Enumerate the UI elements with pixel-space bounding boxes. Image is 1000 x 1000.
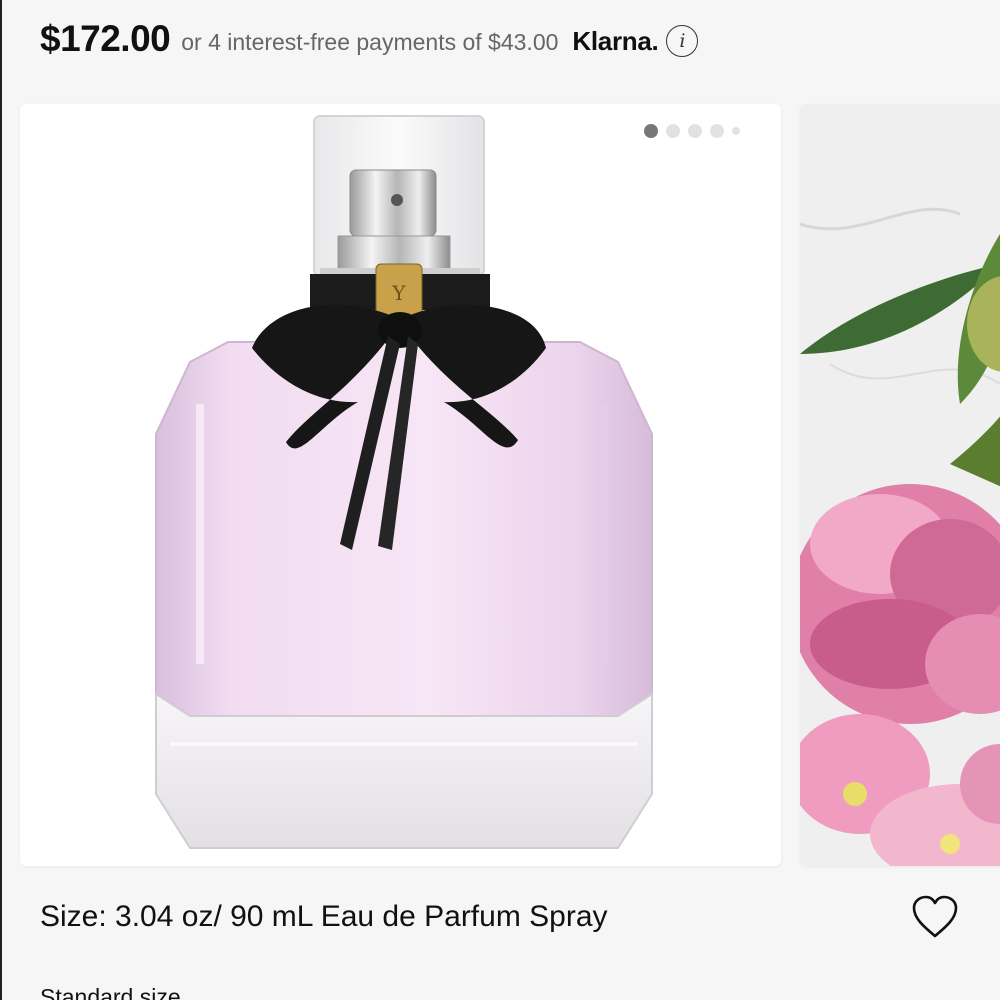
carousel-dot-5[interactable] (732, 127, 740, 135)
svg-text:Y: Y (391, 281, 406, 305)
carousel-dot-1[interactable] (644, 124, 658, 138)
info-icon[interactable]: i (666, 25, 699, 57)
price-row: $172.00 or 4 interest-free payments of $… (40, 14, 699, 64)
klarna-logo: Klarna. (572, 25, 659, 56)
carousel-slide-next[interactable] (800, 104, 1000, 866)
size-row: Size: 3.04 oz/ 90 mL Eau de Parfum Spray (40, 892, 970, 942)
product-price: $172.00 (40, 18, 171, 59)
heart-icon[interactable] (910, 892, 960, 942)
carousel-slide-main[interactable]: Y (20, 104, 781, 866)
carousel-dot-4[interactable] (710, 124, 724, 138)
carousel-dots[interactable] (644, 124, 740, 138)
perfume-bottle-image: Y (155, 115, 653, 849)
product-image-carousel[interactable]: Y (20, 104, 1000, 866)
carousel-dot-3[interactable] (688, 124, 702, 138)
carousel-dot-2[interactable] (666, 124, 680, 138)
peony-flowers-image (800, 104, 1000, 866)
page-edge-rule (0, 0, 2, 1000)
installments-text: or 4 interest-free payments of $43.00 (181, 28, 559, 55)
size-label: Size: 3.04 oz/ 90 mL Eau de Parfum Spray (40, 900, 608, 933)
standard-size-label[interactable]: Standard size (40, 984, 181, 1000)
